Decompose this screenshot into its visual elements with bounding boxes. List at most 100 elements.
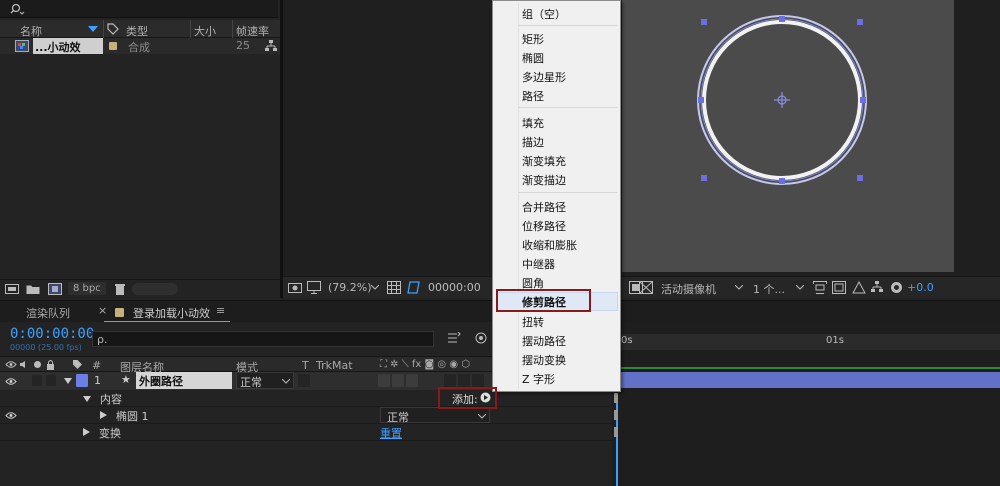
exposure-value[interactable]: +0.0 <box>907 281 934 294</box>
project-item-name[interactable]: ...小动效 <box>33 38 103 54</box>
chevron-down-icon[interactable] <box>478 414 486 419</box>
chevron-down-icon[interactable] <box>735 285 743 290</box>
exposure-reset-icon[interactable] <box>890 281 903 294</box>
project-item-type: 合成 <box>128 41 150 54</box>
zoom-level[interactable]: (79.2%) <box>328 281 372 294</box>
tab-render-queue[interactable]: 渲染队列 <box>26 305 70 321</box>
viewer-timecode[interactable]: 00000:00 <box>428 281 481 294</box>
mask-visibility-icon[interactable] <box>406 281 420 294</box>
collapsed-triangle-icon[interactable] <box>83 428 90 436</box>
expand-triangle-icon[interactable] <box>83 395 91 403</box>
project-scrollbar[interactable] <box>132 283 178 295</box>
quality-switch[interactable] <box>406 374 418 387</box>
comp-flowchart-icon[interactable] <box>447 332 461 345</box>
new-composition-icon[interactable] <box>48 283 62 295</box>
keyframe-marker[interactable] <box>614 410 618 420</box>
add-button-annotation-box <box>438 387 497 409</box>
grid-icon[interactable] <box>387 281 401 294</box>
tab-composition[interactable]: 登录加载小动效 <box>133 305 210 321</box>
menu-item-wiggle-transform[interactable]: 摆动变换 <box>522 352 566 368</box>
flowchart-icon[interactable] <box>871 281 883 293</box>
timeline-search-input[interactable]: ρ. <box>92 331 434 347</box>
solo-toggle[interactable] <box>32 375 42 386</box>
menu-item-stroke[interactable]: 描边 <box>522 134 544 150</box>
menu-item-fill[interactable]: 填充 <box>522 115 544 131</box>
new-folder-icon[interactable] <box>26 283 40 295</box>
menu-item-gradient-stroke[interactable]: 渐变描边 <box>522 172 566 188</box>
menu-item-group[interactable]: 组（空） <box>522 6 566 22</box>
motion-blur-switch[interactable] <box>444 374 456 387</box>
lock-toggle[interactable] <box>46 375 56 386</box>
snapshot-icon[interactable] <box>288 281 302 294</box>
3d-layer-switch[interactable] <box>472 374 484 387</box>
layer-number: 1 <box>94 374 101 387</box>
menu-item-gradient-fill[interactable]: 渐变填充 <box>522 153 566 169</box>
menu-item-pucker-bloat[interactable]: 收缩和膨胀 <box>522 237 577 253</box>
ellipse-group-row[interactable]: 椭圆 1 正常 <box>0 407 612 424</box>
column-size[interactable]: 大小 <box>194 23 216 39</box>
menu-item-rectangle[interactable]: 矩形 <box>522 31 544 47</box>
layer-label-color[interactable] <box>76 374 88 387</box>
menu-item-wiggle-paths[interactable]: 摆动路径 <box>522 333 566 349</box>
project-search-bar[interactable] <box>0 0 278 18</box>
menu-item-twist[interactable]: 扭转 <box>522 314 544 330</box>
column-fps[interactable]: 帧速率 <box>236 23 269 39</box>
shy-switch[interactable] <box>378 374 390 387</box>
composition-canvas[interactable] <box>622 0 954 272</box>
monitor-icon[interactable] <box>307 281 321 294</box>
current-time-indicator[interactable] <box>616 394 618 486</box>
time-ruler[interactable]: 0s 01s <box>616 334 1000 350</box>
camera-select[interactable]: 活动摄像机 <box>661 281 716 297</box>
channel-icon[interactable] <box>852 281 866 294</box>
menu-item-merge-paths[interactable]: 合并路径 <box>522 199 566 215</box>
region-of-interest-icon[interactable] <box>813 281 827 294</box>
column-name[interactable]: 名称 <box>20 23 42 39</box>
sort-down-icon[interactable] <box>88 26 98 32</box>
keyframe-marker[interactable] <box>614 427 618 437</box>
bit-depth-button[interactable]: 8 bpc <box>68 282 106 295</box>
work-area-bar[interactable] <box>612 367 1000 369</box>
close-icon[interactable]: × <box>98 304 107 317</box>
label-tag-icon[interactable] <box>107 23 119 35</box>
menu-item-path[interactable]: 路径 <box>522 88 544 104</box>
layer-duration-bar[interactable] <box>616 372 1000 388</box>
layer-name[interactable]: 外圈路径 <box>136 372 232 389</box>
keyframe-marker[interactable] <box>614 393 618 403</box>
adjustment-switch[interactable] <box>458 374 470 387</box>
menu-item-offset-paths[interactable]: 位移路径 <box>522 218 566 234</box>
column-number: # <box>92 359 102 372</box>
menu-item-zig-zag[interactable]: Z 字形 <box>522 371 555 387</box>
contents-group-row[interactable]: 内容 添加: <box>0 390 612 407</box>
chevron-down-icon[interactable] <box>796 285 804 290</box>
column-type[interactable]: 类型 <box>126 23 148 39</box>
chevron-down-icon[interactable] <box>371 285 379 290</box>
interpret-footage-icon[interactable] <box>5 283 19 295</box>
draft-3d-icon[interactable] <box>474 331 488 345</box>
fit-icon[interactable] <box>832 281 846 294</box>
transparency-grid-icon[interactable] <box>639 281 653 294</box>
reset-link[interactable]: 重置 <box>380 425 402 441</box>
eye-icon[interactable] <box>5 411 17 420</box>
audio-icon <box>20 361 25 368</box>
flowchart-icon[interactable] <box>265 40 277 52</box>
expand-triangle-icon[interactable] <box>64 377 72 385</box>
collapsed-triangle-icon[interactable] <box>100 411 107 419</box>
tab-menu-icon[interactable]: ≡ <box>216 304 225 317</box>
preserve-transparency-toggle[interactable] <box>298 374 310 387</box>
collapse-switch[interactable] <box>392 374 404 387</box>
transform-row[interactable]: 变换 重置 <box>0 424 612 441</box>
chevron-down-icon[interactable] <box>282 379 290 384</box>
trash-icon[interactable] <box>114 283 126 295</box>
project-item-row[interactable]: ...小动效 合成 25 <box>0 38 280 54</box>
views-select[interactable]: 1 个... <box>753 281 785 297</box>
ellipse-mode-select[interactable]: 正常 <box>380 407 490 424</box>
contents-label: 内容 <box>100 393 122 406</box>
menu-item-repeater[interactable]: 中继器 <box>522 256 555 272</box>
menu-item-ellipse[interactable]: 椭圆 <box>522 50 544 66</box>
timeline-timecode[interactable]: 0:00:00:00 <box>10 326 94 342</box>
eye-icon[interactable] <box>5 377 17 386</box>
label-color-chip[interactable] <box>109 42 117 50</box>
ellipse-shape-preview[interactable] <box>622 0 954 272</box>
menu-item-polystar[interactable]: 多边星形 <box>522 69 566 85</box>
column-trkmat[interactable]: TrkMat <box>316 359 353 372</box>
